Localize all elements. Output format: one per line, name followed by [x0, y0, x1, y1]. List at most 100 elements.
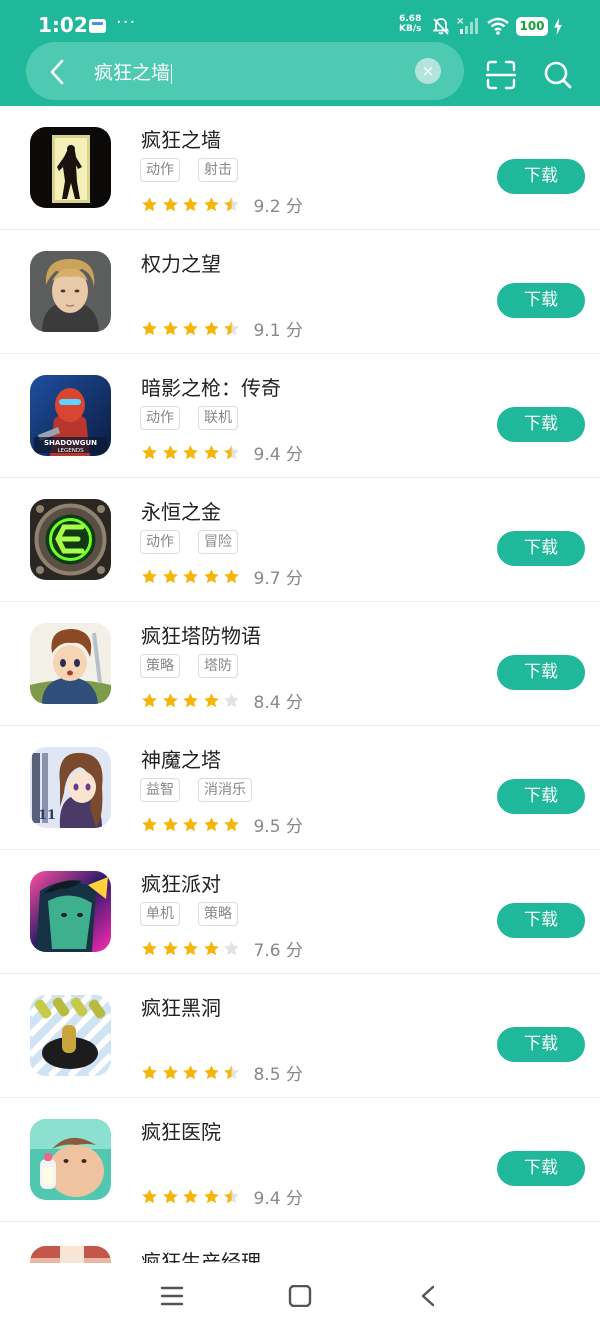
download-button[interactable]: 下载 — [497, 159, 585, 194]
game-icon-hospital[interactable] — [30, 1119, 111, 1200]
game-tag[interactable]: 策略 — [140, 654, 180, 678]
game-tag[interactable]: 单机 — [140, 902, 180, 926]
game-row-partial[interactable]: 疯狂生产经理 — [0, 1227, 600, 1263]
download-button[interactable]: 下载 — [497, 1151, 585, 1186]
game-title[interactable]: 疯狂生产经理 — [141, 1246, 261, 1263]
game-rating: 9.4 分 — [141, 440, 303, 465]
download-button[interactable]: 下载 — [497, 531, 585, 566]
star-full-icon — [203, 569, 219, 584]
game-score: 9.5 分 — [253, 817, 303, 837]
star-rating — [141, 816, 244, 833]
star-full-icon — [162, 569, 178, 584]
game-row-1[interactable]: 权力之望 9.1 分 下载 — [0, 230, 600, 354]
game-tag[interactable]: 策略 — [198, 902, 238, 926]
game-tag[interactable]: 益智 — [140, 778, 180, 802]
download-button[interactable]: 下载 — [497, 903, 585, 938]
game-score: 8.4 分 — [253, 693, 303, 713]
star-half-icon — [224, 1189, 239, 1204]
game-icon-tower-of-saviors[interactable]: 11 — [30, 747, 111, 828]
download-button[interactable]: 下载 — [497, 1027, 585, 1062]
star-full-icon — [183, 321, 198, 336]
home-icon[interactable] — [288, 1285, 312, 1307]
star-full-icon — [203, 1065, 219, 1080]
star-half-icon — [224, 321, 239, 336]
svg-text:SHADOWGUN: SHADOWGUN — [44, 439, 97, 447]
game-icon-power[interactable] — [30, 251, 111, 332]
game-row-3[interactable]: 永恒之金 动作 冒险 9.7 分 下载 — [0, 478, 600, 602]
game-tag[interactable]: 动作 — [140, 406, 180, 430]
star-full-icon — [142, 1065, 157, 1080]
game-tag[interactable]: 动作 — [140, 158, 180, 182]
search-input[interactable]: 疯狂之墙 — [94, 58, 173, 85]
game-row-8[interactable]: 疯狂医院 9.4 分 下载 — [0, 1098, 600, 1222]
game-title[interactable]: 权力之望 — [141, 248, 221, 277]
search-box[interactable]: 疯狂之墙 × — [26, 42, 464, 100]
game-tags: 策略 塔防 — [140, 654, 256, 678]
star-full-icon — [162, 693, 178, 708]
game-tag[interactable]: 冒险 — [198, 530, 238, 554]
game-row-6[interactable]: 疯狂派对 单机 策略 7.6 分 下载 — [0, 850, 600, 974]
game-tags: 单机 策略 — [140, 902, 256, 926]
search-query-text: 疯狂之墙 — [94, 62, 171, 84]
game-rating: 8.4 分 — [141, 688, 303, 713]
game-icon-wall[interactable] — [30, 127, 111, 208]
game-icon-shadowgun[interactable]: SHADOWGUN LEGENDS — [30, 375, 111, 456]
game-icon-eternal-gold[interactable] — [30, 499, 111, 580]
game-icon-production-manager[interactable] — [30, 1246, 111, 1263]
download-button[interactable]: 下载 — [497, 407, 585, 442]
star-full-icon — [142, 941, 157, 956]
game-row-7[interactable]: 疯狂黑洞 8.5 分 下载 — [0, 974, 600, 1098]
back-icon[interactable] — [418, 1285, 438, 1307]
game-score: 9.4 分 — [253, 445, 303, 465]
game-title[interactable]: 疯狂塔防物语 — [141, 620, 261, 649]
back-arrow-icon[interactable] — [48, 59, 66, 85]
star-full-icon — [142, 1189, 157, 1204]
game-score: 9.4 分 — [253, 1189, 303, 1209]
sim-card-icon — [89, 19, 106, 33]
game-tag[interactable]: 联机 — [198, 406, 238, 430]
star-full-icon — [142, 693, 157, 708]
game-row-5[interactable]: 11 神魔之塔 益智 消消乐 9.5 分 下载 — [0, 726, 600, 850]
game-row-2[interactable]: SHADOWGUN LEGENDS 暗影之枪：传奇 动作 联机 9.4 分 下载 — [0, 354, 600, 478]
game-title[interactable]: 疯狂之墙 — [141, 124, 221, 153]
star-full-icon — [203, 941, 219, 956]
star-full-icon — [183, 569, 198, 584]
network-speed-unit: KB/s — [399, 24, 422, 34]
scan-icon[interactable] — [486, 60, 516, 90]
game-score: 9.1 分 — [253, 321, 303, 341]
game-title[interactable]: 永恒之金 — [141, 496, 221, 525]
game-rating: 9.5 分 — [141, 812, 303, 837]
game-icon-tower-defense[interactable] — [30, 623, 111, 704]
star-full-icon — [183, 445, 198, 460]
game-row-4[interactable]: 疯狂塔防物语 策略 塔防 8.4 分 下载 — [0, 602, 600, 726]
download-button[interactable]: 下载 — [497, 655, 585, 690]
menu-icon[interactable] — [160, 1285, 184, 1307]
download-button[interactable]: 下载 — [497, 779, 585, 814]
game-icon-black-hole[interactable] — [30, 995, 111, 1076]
game-icon-crazy-party[interactable] — [30, 871, 111, 952]
star-full-icon — [142, 817, 157, 832]
game-tags: 动作 冒险 — [140, 530, 256, 554]
star-rating — [141, 692, 244, 709]
download-button[interactable]: 下载 — [497, 283, 585, 318]
search-icon[interactable] — [543, 60, 573, 90]
game-tag[interactable]: 塔防 — [198, 654, 238, 678]
wifi-icon — [487, 17, 509, 35]
mute-bell-icon — [432, 18, 450, 35]
network-speed: 6.68 KB/s — [399, 14, 421, 34]
clear-search-icon[interactable]: × — [415, 58, 441, 84]
network-speed-value: 6.68 — [399, 14, 422, 24]
star-full-icon — [162, 1189, 178, 1204]
star-full-icon — [203, 197, 219, 212]
game-row-0[interactable]: 疯狂之墙 动作 射击 9.2 分 下载 — [0, 106, 600, 230]
system-nav-bar — [0, 1263, 600, 1333]
game-title[interactable]: 暗影之枪：传奇 — [141, 372, 281, 401]
game-tag[interactable]: 消消乐 — [198, 778, 252, 802]
game-title[interactable]: 疯狂黑洞 — [141, 992, 221, 1021]
game-title[interactable]: 疯狂医院 — [141, 1116, 221, 1145]
star-full-icon — [183, 1065, 198, 1080]
game-title[interactable]: 神魔之塔 — [141, 744, 221, 773]
game-tag[interactable]: 射击 — [198, 158, 238, 182]
game-title[interactable]: 疯狂派对 — [141, 868, 221, 897]
game-tag[interactable]: 动作 — [140, 530, 180, 554]
